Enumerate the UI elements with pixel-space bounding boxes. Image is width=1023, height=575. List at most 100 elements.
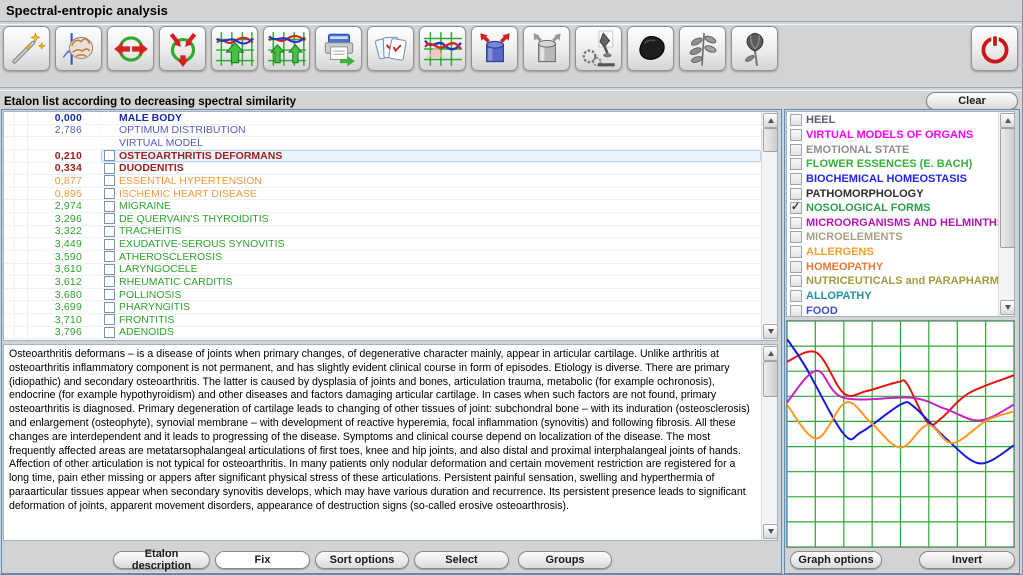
print-button[interactable] [315, 26, 362, 71]
etalon-checkbox[interactable] [104, 226, 115, 237]
etalon-name[interactable]: DE QUERVAIN'S THYROIDITIS [119, 213, 269, 225]
groups-button[interactable]: Groups [518, 551, 612, 569]
category-row[interactable]: NOSOLOGICAL FORMS [787, 201, 998, 216]
category-label[interactable]: BIOCHEMICAL HOMEOSTASIS [806, 173, 967, 185]
etalon-row-main[interactable]: MIGRAINE [101, 200, 761, 212]
etalon-row-main[interactable]: POLLINOSIS [101, 289, 761, 301]
scroll-thumb[interactable] [1000, 128, 1015, 248]
chart-improve-button[interactable] [211, 26, 258, 71]
etalon-name[interactable]: ESSENTIAL HYPERTENSION [119, 175, 262, 187]
etalon-row-main[interactable]: VIRTUAL MODEL [101, 137, 761, 149]
category-label[interactable]: NUTRICEUTICALS and PARAPHARMACEUTICALS [806, 275, 998, 287]
etalon-name[interactable]: ATHEROSCLEROSIS [119, 251, 222, 263]
category-checkbox[interactable] [790, 261, 802, 273]
sort-options-button[interactable]: Sort options [315, 551, 409, 569]
etalon-row-main[interactable]: ATHEROSCLEROSIS [101, 251, 761, 263]
category-checkbox[interactable] [790, 173, 802, 185]
etalon-name[interactable]: OPTIMUM DISTRIBUTION [119, 124, 246, 136]
category-label[interactable]: MICROORGANISMS AND HELMINTHS [806, 217, 998, 229]
etalon-checkbox[interactable] [104, 201, 115, 212]
etalon-name[interactable]: TRACHEITIS [119, 225, 181, 237]
etalon-row[interactable]: 0,877 ESSENTIAL HYPERTENSION [4, 175, 761, 188]
category-row[interactable]: NUTRICEUTICALS and PARAPHARMACEUTICALS [787, 274, 998, 289]
category-checkbox[interactable] [790, 305, 802, 316]
select-button[interactable]: Select [414, 551, 509, 569]
scroll-down-arrow[interactable] [763, 524, 778, 539]
etalon-name[interactable]: MIGRAINE [119, 200, 171, 212]
etalon-row-main[interactable]: OPTIMUM DISTRIBUTION [101, 125, 761, 137]
category-row[interactable]: MICROORGANISMS AND HELMINTHS [787, 215, 998, 230]
etalon-name[interactable]: OSTEOARTHRITIS DEFORMANS [119, 150, 282, 162]
etalon-checkbox[interactable] [104, 239, 115, 250]
category-row[interactable]: HOMEOPATHY [787, 259, 998, 274]
etalon-checkbox[interactable] [104, 264, 115, 275]
scroll-up-arrow[interactable] [763, 113, 778, 128]
category-checkbox[interactable] [790, 290, 802, 302]
fix-button[interactable]: Fix [215, 551, 310, 569]
etalon-checkbox[interactable] [104, 163, 115, 174]
category-label[interactable]: NOSOLOGICAL FORMS [806, 202, 930, 214]
etalon-row[interactable]: 0,210 OSTEOARTHRITIS DEFORMANS [4, 150, 761, 163]
category-label[interactable]: VIRTUAL MODELS OF ORGANS [806, 129, 973, 141]
exit-button[interactable] [971, 26, 1018, 71]
etalon-cards-button[interactable] [367, 26, 414, 71]
flower-therapy-button[interactable] [731, 26, 778, 71]
container-export-button[interactable] [471, 26, 518, 71]
category-label[interactable]: EMOTIONAL STATE [806, 144, 909, 156]
etalon-checkbox[interactable] [104, 302, 115, 313]
etalon-row[interactable]: 3,680 POLLINOSIS [4, 289, 761, 302]
category-checkbox[interactable] [790, 158, 802, 170]
category-checkbox[interactable] [790, 202, 802, 214]
split-compare-button[interactable] [159, 26, 206, 71]
description-scrollbar[interactable] [761, 345, 777, 540]
etalon-row-main[interactable]: PHARYNGITIS [101, 301, 761, 313]
category-label[interactable]: PATHOMORPHOLOGY [806, 188, 924, 200]
etalon-row[interactable]: 0,000 MALE BODY [4, 112, 761, 125]
etalon-name[interactable]: POLLINOSIS [119, 289, 181, 301]
etalon-checkbox[interactable] [104, 289, 115, 300]
etalon-name[interactable]: ADENOIDS [119, 326, 174, 338]
category-label[interactable]: ALLOPATHY [806, 290, 872, 302]
graph-compare-button[interactable] [419, 26, 466, 71]
category-row[interactable]: PATHOMORPHOLOGY [787, 186, 998, 201]
etalon-name[interactable]: MALE BODY [119, 112, 182, 124]
etalon-row-main[interactable]: ISCHEMIC HEART DISEASE [101, 188, 761, 200]
category-checkbox[interactable] [790, 217, 802, 229]
etalon-row-main[interactable]: OSTEOARTHRITIS DEFORMANS [101, 150, 761, 162]
etalon-row[interactable]: 3,710 FRONTITIS [4, 314, 761, 327]
etalon-row-main[interactable]: ADENOIDS [101, 327, 761, 339]
etalon-checkbox[interactable] [104, 150, 115, 161]
etalon-checkbox[interactable] [104, 276, 115, 287]
etalon-name[interactable]: EXUDATIVE-SEROUS SYNOVITIS [119, 238, 285, 250]
category-scrollbar[interactable] [998, 112, 1014, 316]
etalon-row-main[interactable]: LARYNGOCELE [101, 264, 761, 276]
graph-options-button[interactable]: Graph options [790, 551, 882, 569]
etalon-row[interactable]: 3,449 EXUDATIVE-SEROUS SYNOVITIS [4, 238, 761, 251]
etalon-name[interactable]: ISCHEMIC HEART DISEASE [119, 188, 257, 200]
category-checkbox[interactable] [790, 129, 802, 141]
chart-improve-all-button[interactable] [263, 26, 310, 71]
category-label[interactable]: MICROELEMENTS [806, 231, 903, 243]
category-checkbox[interactable] [790, 188, 802, 200]
category-label[interactable]: HOMEOPATHY [806, 261, 883, 273]
etalon-row[interactable]: 3,612 RHEUMATIC CARDITIS [4, 276, 761, 289]
etalon-row[interactable]: 0,895 ISCHEMIC HEART DISEASE [4, 188, 761, 201]
magic-wand-button[interactable] [3, 26, 50, 71]
etalon-row[interactable]: 3,796 ADENOIDS [4, 327, 761, 340]
category-row[interactable]: VIRTUAL MODELS OF ORGANS [787, 128, 998, 143]
etalon-row[interactable]: 3,699 PHARYNGITIS [4, 301, 761, 314]
category-label[interactable]: ALLERGENS [806, 246, 874, 258]
etalon-row-main[interactable]: TRACHEITIS [101, 226, 761, 238]
etalon-checkbox[interactable] [104, 188, 115, 199]
scroll-up-arrow[interactable] [1000, 113, 1015, 128]
category-checkbox[interactable] [790, 114, 802, 126]
clear-button[interactable]: Clear [926, 92, 1018, 110]
etalon-name[interactable]: PHARYNGITIS [119, 301, 190, 313]
scroll-up-arrow[interactable] [763, 346, 778, 361]
etalon-name[interactable]: LARYNGOCELE [119, 263, 198, 275]
scroll-down-arrow[interactable] [1000, 300, 1015, 315]
category-row[interactable]: FLOWER ESSENCES (E. BACH) [787, 157, 998, 172]
microscope-research-button[interactable] [575, 26, 622, 71]
etalon-row[interactable]: 0,334 DUODENITIS [4, 163, 761, 176]
etalon-row[interactable]: VIRTUAL MODEL [4, 137, 761, 150]
